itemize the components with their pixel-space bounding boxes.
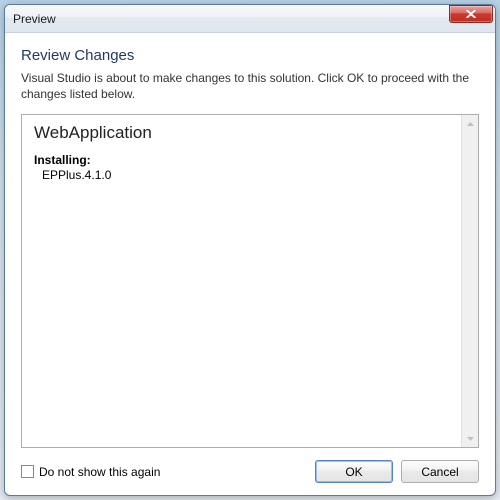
installing-label: Installing: — [34, 153, 449, 167]
dialog-description: Visual Studio is about to make changes t… — [21, 70, 479, 102]
scroll-up-arrow-icon — [462, 115, 478, 132]
package-item: EPPlus.4.1.0 — [34, 168, 449, 182]
ok-button[interactable]: OK — [315, 460, 393, 483]
dialog-content: Review Changes Visual Studio is about to… — [5, 33, 495, 495]
project-name: WebApplication — [34, 123, 449, 143]
titlebar: Preview — [5, 5, 495, 33]
dialog-heading: Review Changes — [21, 47, 479, 64]
changes-listbox: WebApplication Installing: EPPlus.4.1.0 — [21, 114, 479, 448]
cancel-button[interactable]: Cancel — [401, 460, 479, 483]
dont-show-again-option[interactable]: Do not show this again — [21, 465, 307, 479]
dialog-footer: Do not show this again OK Cancel — [21, 460, 479, 483]
changes-list[interactable]: WebApplication Installing: EPPlus.4.1.0 — [22, 115, 461, 447]
window-title: Preview — [13, 12, 449, 26]
close-icon — [466, 10, 476, 18]
dialog-window: Preview Review Changes Visual Studio is … — [4, 4, 496, 496]
dont-show-again-checkbox[interactable] — [21, 465, 34, 478]
close-button[interactable] — [449, 5, 493, 23]
scroll-down-arrow-icon — [462, 430, 478, 447]
vertical-scrollbar[interactable] — [461, 115, 478, 447]
dont-show-again-label: Do not show this again — [39, 465, 160, 479]
